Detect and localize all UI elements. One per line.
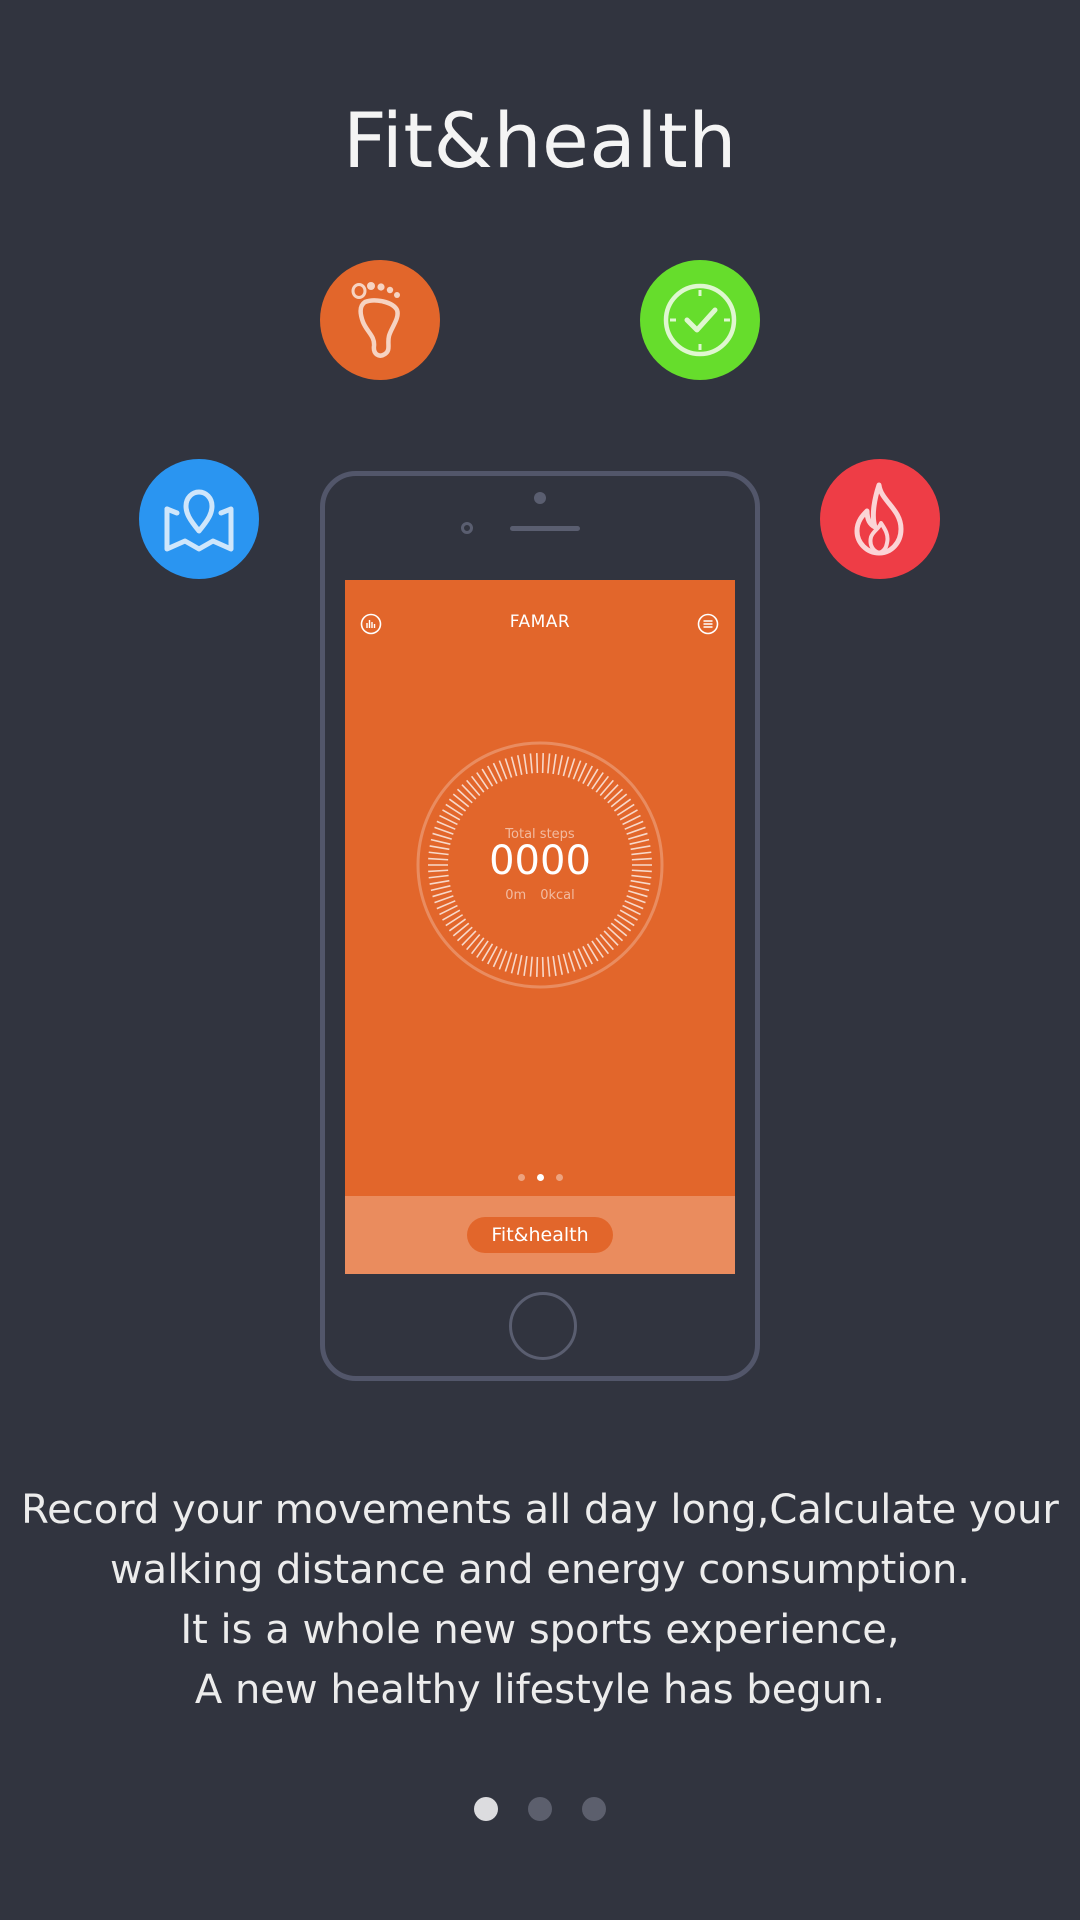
description-line: It is a whole new sports experience, — [180, 1607, 900, 1653]
screen-dot[interactable] — [517, 1174, 525, 1181]
ring-tick — [595, 937, 610, 955]
screen-dot[interactable] — [555, 1174, 563, 1181]
ring-tick — [603, 784, 619, 800]
pager-dot[interactable] — [528, 1797, 552, 1821]
ring-tick — [552, 754, 557, 775]
map-pin-icon — [139, 459, 259, 579]
ring-tick — [536, 956, 539, 977]
ring-tick — [510, 756, 518, 777]
ring-tick — [610, 793, 628, 808]
page-title: Fit&health — [343, 96, 737, 185]
ring-tick — [498, 760, 508, 780]
phone-camera — [534, 492, 546, 504]
ring-tick — [466, 934, 481, 951]
phone-home-button — [509, 1292, 577, 1360]
ring-tick — [552, 955, 557, 976]
ring-tick — [504, 758, 513, 778]
app-bottom-bar: Fit&health — [345, 1196, 735, 1274]
ring-tick — [562, 756, 570, 777]
ring-tick — [529, 753, 533, 774]
flame-icon — [820, 459, 940, 579]
ring-tick — [572, 760, 582, 780]
ring-tick — [516, 955, 523, 975]
ring-tick — [510, 953, 518, 974]
ring-tick — [461, 930, 477, 946]
calories-value: 0kcal — [540, 888, 575, 903]
ring-tick — [523, 955, 528, 976]
ring-tick — [603, 930, 619, 946]
ring-tick — [607, 788, 624, 804]
app-screen: FAMAR Total steps 0000 0m 0kcal Fit&heal… — [345, 580, 735, 1274]
description-line: A new healthy lifestyle has begun. — [194, 1667, 886, 1713]
ring-tick — [572, 950, 582, 970]
ring-tick — [567, 758, 576, 778]
fit-health-button[interactable]: Fit&health — [467, 1217, 613, 1253]
ring-tick — [456, 788, 473, 804]
ring-tick — [547, 753, 551, 774]
ring-tick — [498, 950, 508, 970]
description: Record your movements all day long,Calcu… — [0, 1480, 1080, 1720]
screen-dot-active[interactable] — [536, 1174, 544, 1181]
ring-tick — [504, 952, 513, 972]
clock-check-icon — [640, 260, 760, 380]
ring-tick — [599, 934, 614, 951]
ring-tick — [567, 952, 576, 972]
ring-tick — [599, 779, 614, 796]
ring-tick — [541, 956, 544, 977]
screen-carousel-dots — [345, 1174, 735, 1181]
app-header-title: FAMAR — [509, 612, 571, 632]
ring-tick — [523, 754, 528, 775]
phone-speaker — [510, 526, 580, 531]
ring-tick — [595, 775, 610, 793]
ring-tick — [557, 755, 564, 775]
description-line: walking distance and energy consumption. — [109, 1547, 971, 1593]
ring-tick — [452, 922, 470, 937]
ring-tick — [547, 956, 551, 977]
ring-tick — [562, 953, 570, 974]
onboarding-pager — [0, 1797, 1080, 1821]
ring-tick — [456, 926, 473, 942]
ring-tick — [529, 956, 533, 977]
pager-dot[interactable] — [582, 1797, 606, 1821]
footprint-icon — [320, 260, 440, 380]
menu-icon — [697, 613, 719, 639]
ring-tick — [470, 775, 485, 793]
ring-stats: 0m 0kcal — [345, 888, 735, 903]
ring-tick — [541, 753, 544, 774]
ring-tick — [610, 922, 628, 937]
phone-sensor — [461, 522, 473, 534]
total-steps-value: 0000 — [489, 838, 591, 884]
ring-tick — [466, 779, 481, 796]
ring-tick — [516, 755, 523, 775]
distance-value: 0m — [505, 888, 527, 903]
pager-dot-active[interactable] — [474, 1797, 498, 1821]
ring-tick — [461, 784, 477, 800]
ring-tick — [470, 937, 485, 955]
description-line: Record your movements all day long,Calcu… — [21, 1487, 1059, 1533]
ring-tick — [607, 926, 624, 942]
ring-tick — [557, 955, 564, 975]
ring-tick — [452, 793, 470, 808]
ring-tick — [536, 753, 539, 774]
